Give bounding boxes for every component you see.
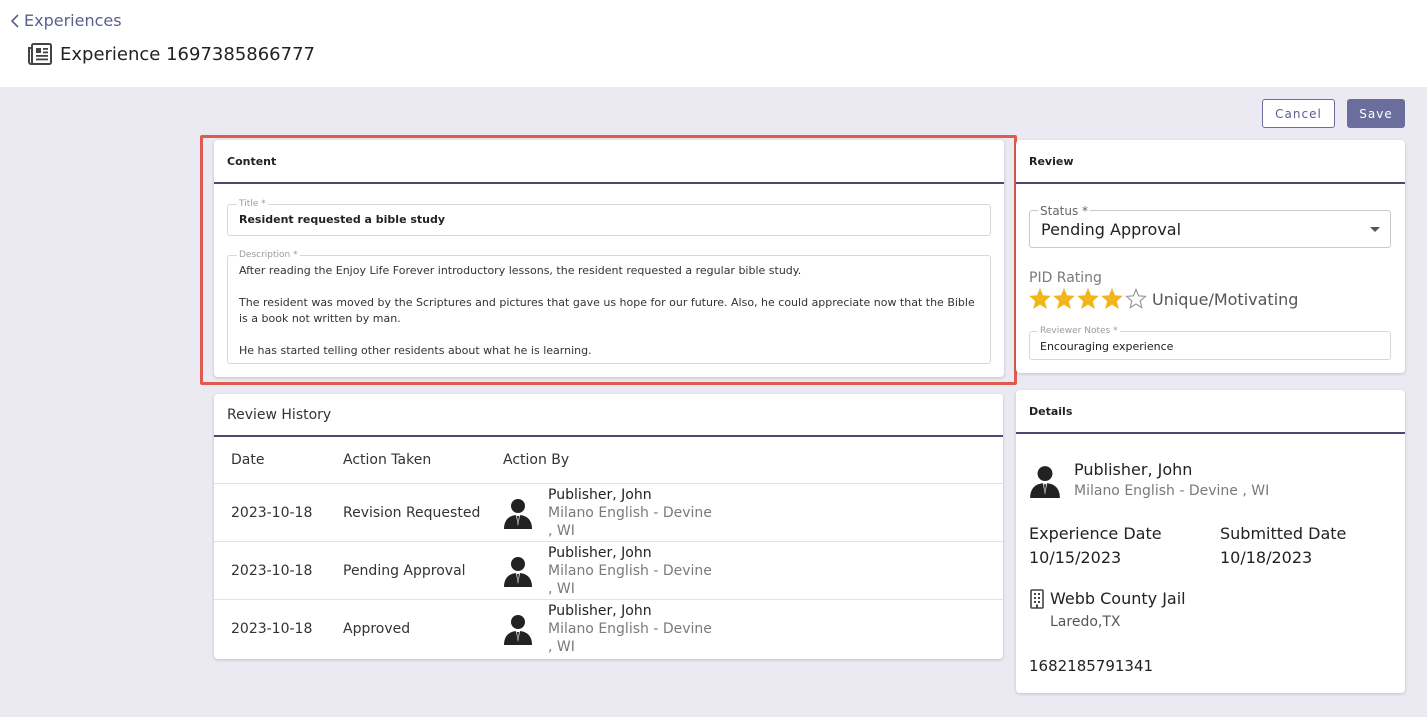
pid-rating-stars: Unique/Motivating <box>1029 288 1298 310</box>
star-icon[interactable] <box>1029 288 1051 310</box>
action-by-info: Publisher, John Milano English - Devine … <box>548 602 718 656</box>
details-card: Details Publisher, John Milano English -… <box>1016 390 1405 693</box>
facility-city: Laredo,TX <box>1050 614 1121 630</box>
review-card: Review Status * Pending Approval PID Rat… <box>1016 140 1405 373</box>
row-date: 2023-10-18 <box>231 621 313 637</box>
row-action: Revision Requested <box>343 504 481 521</box>
reviewer-notes-label: Reviewer Notes * <box>1038 326 1120 336</box>
experience-date-label: Experience Date <box>1029 524 1162 543</box>
column-header-date: Date <box>231 452 265 468</box>
page-title: Experience 1697385866777 <box>60 43 315 65</box>
status-select[interactable]: Status * Pending Approval <box>1029 204 1391 248</box>
caret-down-icon[interactable] <box>1370 227 1380 232</box>
action-by-location: Milano English - Devine , WI <box>548 621 712 655</box>
action-by-name: Publisher, John <box>548 486 652 503</box>
back-to-experiences-link[interactable]: Experiences <box>10 11 122 30</box>
row-date: 2023-10-18 <box>231 504 313 521</box>
details-publisher-location: Milano English - Devine , WI <box>1074 483 1270 499</box>
experience-date-value: 10/15/2023 <box>1029 548 1122 567</box>
submitted-date-label: Submitted Date <box>1220 524 1347 543</box>
submitted-date-value: 10/18/2023 <box>1220 548 1313 567</box>
top-bar: Experiences Experience 1697385866777 <box>0 0 1427 87</box>
action-by-location: Milano English - Devine , WI <box>548 562 712 597</box>
table-row: 2023-10-18 Pending Approval Publisher, J… <box>214 542 1003 600</box>
content-highlight-box <box>200 135 1017 385</box>
details-publisher: Publisher, John Milano English - Devine … <box>1029 460 1269 502</box>
user-avatar-icon <box>503 497 533 529</box>
row-action: Pending Approval <box>343 562 466 579</box>
user-avatar-icon <box>503 555 533 587</box>
action-by-info: Publisher, John Milano English - Devine … <box>548 486 718 540</box>
newspaper-icon <box>28 43 52 65</box>
status-select-value[interactable]: Pending Approval <box>1041 220 1181 239</box>
column-header-action-by: Action By <box>503 452 570 468</box>
page-title-group: Experience 1697385866777 <box>27 42 315 66</box>
back-link-label[interactable]: Experiences <box>24 11 122 30</box>
experience-date-block: Experience Date 10/15/2023 <box>1029 522 1162 570</box>
pid-rating-label: PID Rating <box>1029 270 1102 286</box>
cancel-button[interactable]: Cancel <box>1262 99 1335 128</box>
review-history-card: Review History Date Action Taken Action … <box>214 394 1003 659</box>
submitted-date-block: Submitted Date 10/18/2023 <box>1220 522 1346 570</box>
details-card-header: Details <box>1016 390 1405 434</box>
table-row: 2023-10-18 Approved Publisher, John Mila… <box>214 600 1003 658</box>
reviewer-notes-field[interactable]: Reviewer Notes * Encouraging experience <box>1029 326 1391 360</box>
save-button[interactable]: Save <box>1347 99 1405 128</box>
facility-id: 1682185791341 <box>1029 657 1154 675</box>
table-header-row: Date Action Taken Action By <box>214 437 1003 484</box>
user-avatar-icon <box>1029 463 1061 499</box>
star-icon[interactable] <box>1053 288 1075 310</box>
details-publisher-name: Publisher, John <box>1074 460 1193 479</box>
action-by-name: Publisher, John <box>548 603 652 619</box>
star-outline-icon[interactable] <box>1125 288 1147 310</box>
pid-rating-text: Unique/Motivating <box>1152 289 1299 309</box>
status-select-label: Status * <box>1038 204 1091 218</box>
table-row: 2023-10-18 Revision Requested Publisher,… <box>214 484 1003 542</box>
user-avatar-icon <box>503 613 533 645</box>
review-history-table: Date Action Taken Action By 2023-10-18 R… <box>214 437 1003 658</box>
star-icon[interactable] <box>1077 288 1099 310</box>
action-by-location: Milano English - Devine , WI <box>548 504 712 539</box>
row-date: 2023-10-18 <box>231 562 313 579</box>
star-icon[interactable] <box>1101 288 1123 310</box>
review-card-header: Review <box>1016 140 1405 184</box>
facility-name: Webb County Jail <box>1050 589 1186 608</box>
column-header-action-taken: Action Taken <box>343 452 432 468</box>
review-history-header: Review History <box>214 394 1003 437</box>
row-action-by: Publisher, John Milano English - Devine … <box>503 486 1003 540</box>
row-action: Approved <box>343 621 411 637</box>
row-action-by: Publisher, John Milano English - Devine … <box>503 544 1003 598</box>
reviewer-notes-value[interactable]: Encouraging experience <box>1040 340 1173 353</box>
chevron-left-icon <box>10 13 19 28</box>
action-by-info: Publisher, John Milano English - Devine … <box>548 544 718 598</box>
row-action-by: Publisher, John Milano English - Devine … <box>503 602 1003 656</box>
action-by-name: Publisher, John <box>548 544 652 561</box>
facility-block: Webb County Jail Laredo,TX <box>1029 588 1186 634</box>
building-icon <box>1030 589 1044 609</box>
